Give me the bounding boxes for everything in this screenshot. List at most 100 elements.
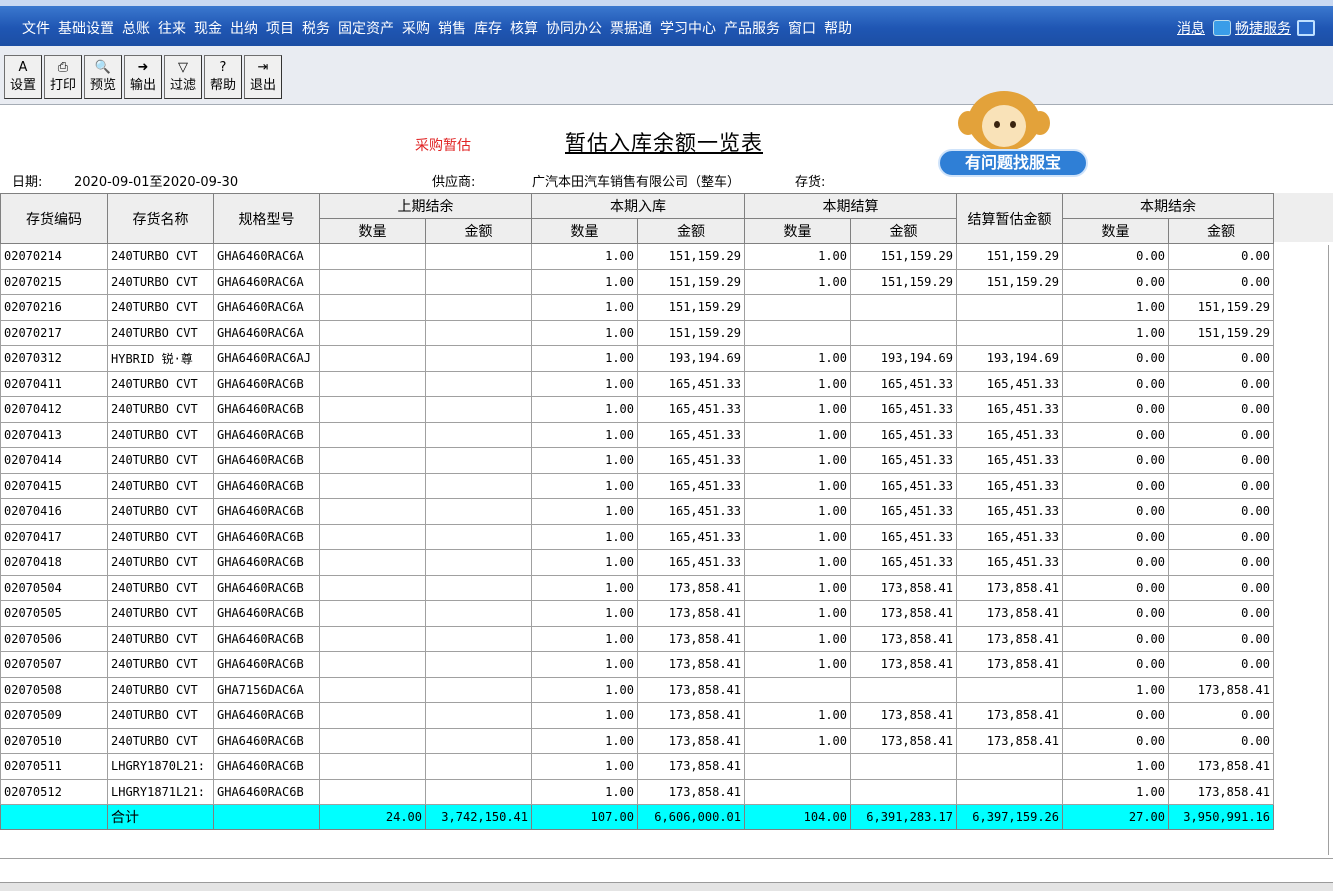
cell-settle-amount[interactable]: 173,858.41 bbox=[850, 702, 957, 729]
cell-end-amount[interactable]: 0.00 bbox=[1168, 370, 1274, 397]
table-row[interactable]: 02070417 240TURBO CVT GHA6460RAC6B 1.00 165,… bbox=[0, 523, 1274, 550]
help-button[interactable]: ? 帮助 bbox=[204, 55, 242, 99]
cell-end-qty[interactable]: 0.00 bbox=[1062, 702, 1169, 729]
cell-prev-qty[interactable] bbox=[319, 319, 426, 346]
menu-item[interactable]: 销售 bbox=[438, 20, 466, 38]
preview-button[interactable]: 🔍 预览 bbox=[84, 55, 122, 99]
menu-item[interactable]: 帮助 bbox=[824, 20, 852, 38]
cell-spec[interactable]: GHA6460RAC6B bbox=[213, 421, 320, 448]
cell-prev-amount[interactable] bbox=[425, 345, 532, 372]
cell-settle-amount[interactable] bbox=[850, 753, 957, 780]
menu-item[interactable]: 票据通 bbox=[610, 20, 652, 38]
header-settle-amt[interactable]: 金额 bbox=[850, 218, 957, 244]
help-badge[interactable]: 有问题找服宝 bbox=[938, 149, 1088, 177]
menu-item[interactable]: 窗口 bbox=[788, 20, 816, 38]
menu-item[interactable]: 现金 bbox=[194, 20, 222, 38]
cell-end-qty[interactable]: 1.00 bbox=[1062, 294, 1169, 321]
header-in-qty[interactable]: 数量 bbox=[531, 218, 638, 244]
cell-settle-qty[interactable]: 1.00 bbox=[744, 421, 851, 448]
cell-name[interactable]: 240TURBO CVT bbox=[107, 396, 214, 423]
cell-in-amount[interactable]: 151,159.29 bbox=[637, 319, 745, 346]
cell-spec[interactable]: GHA6460RAC6B bbox=[213, 702, 320, 729]
cell-end-qty[interactable]: 0.00 bbox=[1062, 345, 1169, 372]
total-in-qty[interactable]: 107.00 bbox=[531, 804, 638, 830]
cell-in-amount[interactable]: 165,451.33 bbox=[637, 498, 745, 525]
cell-end-amount[interactable]: 0.00 bbox=[1168, 523, 1274, 550]
menu-item[interactable]: 产品服务 bbox=[724, 20, 780, 38]
cell-settle-estimate-amount[interactable]: 165,451.33 bbox=[956, 396, 1063, 423]
cell-settle-amount[interactable] bbox=[850, 319, 957, 346]
cell-code[interactable]: 02070413 bbox=[0, 421, 108, 448]
cell-prev-amount[interactable] bbox=[425, 753, 532, 780]
total-in-amount[interactable]: 6,606,000.01 bbox=[637, 804, 745, 830]
table-row[interactable]: 02070412 240TURBO CVT GHA6460RAC6B 1.00 165,… bbox=[0, 396, 1274, 423]
cell-in-amount[interactable]: 173,858.41 bbox=[637, 625, 745, 652]
cell-prev-qty[interactable] bbox=[319, 294, 426, 321]
cell-end-amount[interactable]: 173,858.41 bbox=[1168, 753, 1274, 780]
cell-settle-amount[interactable] bbox=[850, 294, 957, 321]
total-settle-amount[interactable]: 6,391,283.17 bbox=[850, 804, 957, 830]
cell-in-amount[interactable]: 173,858.41 bbox=[637, 676, 745, 703]
cell-prev-amount[interactable] bbox=[425, 702, 532, 729]
cell-prev-qty[interactable] bbox=[319, 345, 426, 372]
cell-prev-amount[interactable] bbox=[425, 370, 532, 397]
cell-end-qty[interactable]: 0.00 bbox=[1062, 498, 1169, 525]
cell-settle-qty[interactable]: 1.00 bbox=[744, 600, 851, 627]
cell-name[interactable]: 240TURBO CVT bbox=[107, 268, 214, 295]
menu-item[interactable]: 总账 bbox=[122, 20, 150, 38]
cell-spec[interactable]: GHA6460RAC6A bbox=[213, 319, 320, 346]
cell-end-amount[interactable]: 0.00 bbox=[1168, 268, 1274, 295]
table-row[interactable]: 02070510 240TURBO CVT GHA6460RAC6B 1.00 173,… bbox=[0, 727, 1274, 754]
cell-prev-qty[interactable] bbox=[319, 549, 426, 576]
cell-in-qty[interactable]: 1.00 bbox=[531, 574, 638, 601]
menu-item[interactable]: 基础设置 bbox=[58, 20, 114, 38]
cell-prev-amount[interactable] bbox=[425, 625, 532, 652]
menu-item[interactable]: 固定资产 bbox=[338, 20, 394, 38]
cell-prev-amount[interactable] bbox=[425, 523, 532, 550]
cell-prev-amount[interactable] bbox=[425, 498, 532, 525]
cell-spec[interactable]: GHA6460RAC6B bbox=[213, 523, 320, 550]
cell-in-amount[interactable]: 173,858.41 bbox=[637, 600, 745, 627]
cell-end-amount[interactable]: 0.00 bbox=[1168, 625, 1274, 652]
cell-end-qty[interactable]: 0.00 bbox=[1062, 574, 1169, 601]
cell-settle-amount[interactable]: 193,194.69 bbox=[850, 345, 957, 372]
cell-end-qty[interactable]: 0.00 bbox=[1062, 549, 1169, 576]
filter-button[interactable]: ▽ 过滤 bbox=[164, 55, 202, 99]
menu-item[interactable]: 税务 bbox=[302, 20, 330, 38]
cell-in-qty[interactable]: 1.00 bbox=[531, 600, 638, 627]
cell-in-qty[interactable]: 1.00 bbox=[531, 370, 638, 397]
cell-code[interactable]: 02070412 bbox=[0, 396, 108, 423]
cell-end-amount[interactable]: 173,858.41 bbox=[1168, 778, 1274, 805]
cell-settle-qty[interactable]: 1.00 bbox=[744, 370, 851, 397]
cell-end-amount[interactable]: 0.00 bbox=[1168, 549, 1274, 576]
cell-prev-amount[interactable] bbox=[425, 396, 532, 423]
cell-in-qty[interactable]: 1.00 bbox=[531, 498, 638, 525]
table-row[interactable]: 02070505 240TURBO CVT GHA6460RAC6B 1.00 173,… bbox=[0, 600, 1274, 627]
cell-end-qty[interactable]: 0.00 bbox=[1062, 523, 1169, 550]
table-row[interactable]: 02070217 240TURBO CVT GHA6460RAC6A 1.00 151,… bbox=[0, 319, 1274, 346]
cell-name[interactable]: 240TURBO CVT bbox=[107, 447, 214, 474]
cell-in-qty[interactable]: 1.00 bbox=[531, 651, 638, 678]
cell-end-qty[interactable]: 0.00 bbox=[1062, 472, 1169, 499]
cell-in-amount[interactable]: 165,451.33 bbox=[637, 421, 745, 448]
cell-name[interactable]: HYBRID 锐·尊 bbox=[107, 345, 214, 372]
exit-button[interactable]: ⇥ 退出 bbox=[244, 55, 282, 99]
total-prev-amount[interactable]: 3,742,150.41 bbox=[425, 804, 532, 830]
cell-end-qty[interactable]: 0.00 bbox=[1062, 396, 1169, 423]
total-name[interactable]: 合计 bbox=[107, 804, 214, 830]
cell-settle-amount[interactable] bbox=[850, 676, 957, 703]
cell-settle-estimate-amount[interactable] bbox=[956, 676, 1063, 703]
cell-prev-qty[interactable] bbox=[319, 651, 426, 678]
cell-prev-amount[interactable] bbox=[425, 243, 532, 270]
cell-end-qty[interactable]: 0.00 bbox=[1062, 651, 1169, 678]
cell-prev-qty[interactable] bbox=[319, 498, 426, 525]
total-code[interactable] bbox=[0, 804, 108, 830]
cell-prev-qty[interactable] bbox=[319, 523, 426, 550]
cell-name[interactable]: 240TURBO CVT bbox=[107, 370, 214, 397]
cell-settle-qty[interactable]: 1.00 bbox=[744, 472, 851, 499]
cell-in-amount[interactable]: 193,194.69 bbox=[637, 345, 745, 372]
cell-prev-amount[interactable] bbox=[425, 294, 532, 321]
cell-in-qty[interactable]: 1.00 bbox=[531, 727, 638, 754]
menu-item[interactable]: 学习中心 bbox=[660, 20, 716, 38]
cell-name[interactable]: 240TURBO CVT bbox=[107, 727, 214, 754]
